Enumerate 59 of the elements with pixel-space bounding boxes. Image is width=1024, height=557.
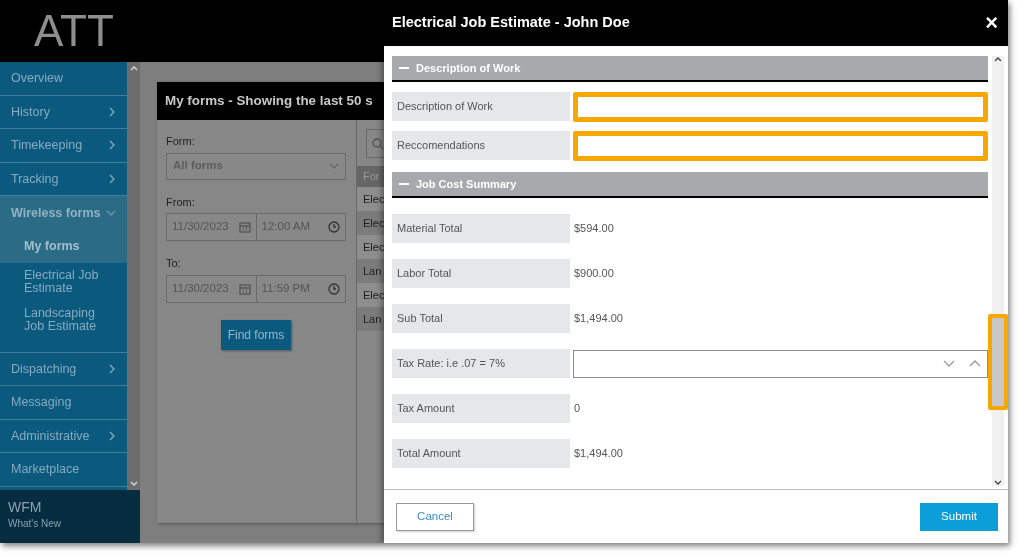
table-cell[interactable]: Lan bbox=[357, 307, 384, 331]
decrement-icon bbox=[943, 360, 955, 367]
section-header[interactable]: Job Cost Summary bbox=[392, 172, 988, 198]
table-cell[interactable]: Elec bbox=[357, 211, 384, 235]
footer-title[interactable]: WFM bbox=[8, 500, 132, 514]
scroll-up-icon bbox=[129, 65, 138, 71]
field-value: $900.00 bbox=[573, 266, 614, 282]
field-label: Tax Amount bbox=[392, 394, 570, 423]
field-value: $1,494.00 bbox=[573, 446, 623, 462]
field-value: 0 bbox=[573, 401, 581, 417]
sidebar-item[interactable]: Wireless forms bbox=[0, 196, 127, 230]
table-cell[interactable]: Elec bbox=[357, 235, 384, 259]
field-label: Material Total bbox=[392, 214, 570, 243]
field-value: $1,494.00 bbox=[573, 311, 623, 327]
find-forms-button[interactable]: Find forms bbox=[220, 319, 292, 350]
calendar-icon bbox=[238, 221, 251, 233]
text-input[interactable] bbox=[573, 91, 988, 122]
text-input[interactable] bbox=[573, 130, 988, 161]
field-label: Tax Rate: i.e .07 = 7% bbox=[392, 349, 570, 378]
chevron-down-icon bbox=[106, 209, 116, 218]
panel-title: My forms - Showing the last 50 s bbox=[157, 82, 384, 120]
field-label: Sub Total bbox=[392, 304, 570, 333]
clock-icon bbox=[328, 282, 340, 295]
app-logo: ATT bbox=[33, 5, 114, 57]
number-spinner[interactable] bbox=[573, 349, 988, 378]
submenu-item[interactable]: Electrical Job Estimate bbox=[0, 263, 127, 302]
field-label: From: bbox=[166, 194, 196, 210]
whats-new-link[interactable]: What's New bbox=[8, 516, 132, 531]
scrollbar[interactable] bbox=[127, 62, 140, 490]
section-header[interactable]: Description of Work bbox=[392, 56, 988, 82]
scroll-down-icon bbox=[129, 481, 138, 487]
field-label: Description of Work bbox=[392, 92, 570, 121]
dialog-title: Electrical Job Estimate - John Doe bbox=[392, 13, 630, 33]
chevron-right-icon bbox=[108, 140, 116, 151]
chevron-right-icon bbox=[108, 431, 116, 442]
table-cell[interactable]: Elec bbox=[357, 283, 384, 307]
table-cell[interactable]: Lan bbox=[357, 259, 384, 283]
table-cell[interactable]: Elec bbox=[357, 187, 384, 211]
field-label: Labor Total bbox=[392, 259, 570, 288]
chevron-right-icon bbox=[108, 106, 116, 117]
field-label: To: bbox=[166, 256, 182, 271]
chevron-right-icon bbox=[108, 174, 116, 185]
submit-button[interactable]: Submit bbox=[920, 502, 998, 531]
scroll-down-icon bbox=[994, 480, 1002, 486]
close-button[interactable]: × bbox=[985, 12, 998, 34]
field-value: $594.00 bbox=[573, 221, 614, 237]
field-label: Form: bbox=[166, 134, 196, 149]
submenu-item[interactable]: Landscaping Job Estimate bbox=[0, 301, 127, 340]
field-label: Reccomendations bbox=[392, 131, 570, 160]
clock-icon bbox=[328, 221, 340, 233]
cancel-button[interactable]: Cancel bbox=[396, 502, 474, 531]
scroll-thumb[interactable] bbox=[988, 314, 1008, 410]
chevron-down-icon bbox=[329, 163, 339, 169]
chevron-right-icon bbox=[108, 363, 116, 374]
search-icon bbox=[372, 137, 384, 150]
scroll-up-icon bbox=[994, 56, 1002, 62]
field-label: Total Amount bbox=[392, 439, 570, 468]
increment-icon bbox=[969, 360, 981, 367]
calendar-icon bbox=[238, 282, 251, 295]
